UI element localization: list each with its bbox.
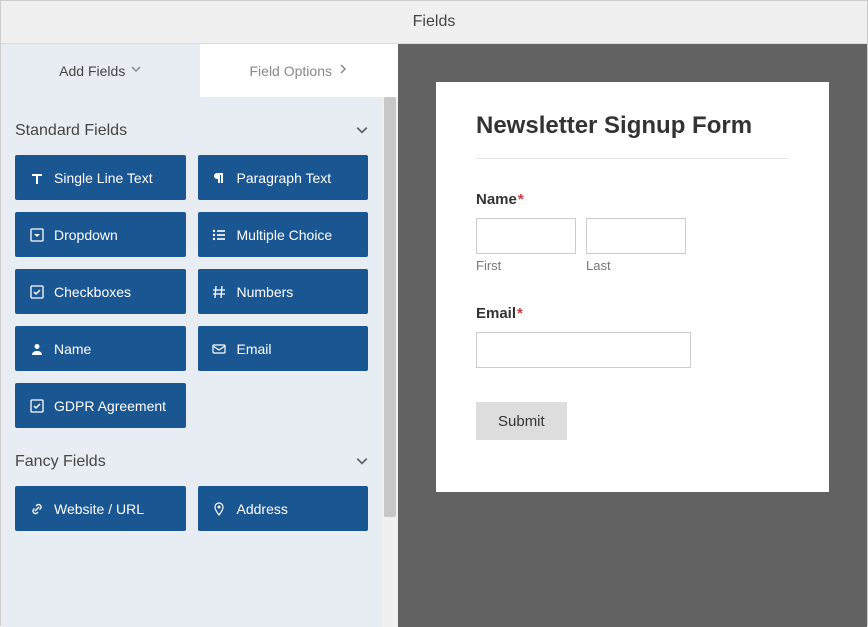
email-input[interactable] <box>476 332 691 368</box>
check-square-icon <box>29 285 44 299</box>
field-multiple-choice[interactable]: Multiple Choice <box>198 212 369 257</box>
chevron-right-icon <box>338 64 348 77</box>
field-name[interactable]: Name <box>15 326 186 371</box>
hash-icon <box>212 285 227 299</box>
field-label: Checkboxes <box>54 284 131 300</box>
preview-panel: Newsletter Signup Form Name* First Last … <box>398 44 867 627</box>
form-field-name[interactable]: Name* First Last <box>476 191 789 273</box>
tab-add-fields[interactable]: Add Fields <box>1 44 200 97</box>
envelope-icon <box>212 342 227 356</box>
field-address[interactable]: Address <box>198 486 369 531</box>
tab-label: Add Fields <box>59 63 125 79</box>
field-gdpr-agreement[interactable]: GDPR Agreement <box>15 383 186 428</box>
field-single-line-text[interactable]: Single Line Text <box>15 155 186 200</box>
field-website-url[interactable]: Website / URL <box>15 486 186 531</box>
topbar: Fields <box>1 1 867 44</box>
section-label: Fancy Fields <box>15 453 106 471</box>
text-icon <box>29 171 44 185</box>
field-label: Numbers <box>237 284 294 300</box>
field-label: Name <box>54 341 91 357</box>
field-label: Website / URL <box>54 501 144 517</box>
field-label: Multiple Choice <box>237 227 333 243</box>
scrollbar[interactable] <box>382 97 398 627</box>
section-standard-fields[interactable]: Standard Fields <box>15 97 368 155</box>
caret-square-icon <box>29 228 44 242</box>
fancy-fields-grid: Website / URL Address <box>15 486 368 531</box>
tab-label: Field Options <box>250 63 332 79</box>
submit-button[interactable]: Submit <box>476 402 567 440</box>
scrollbar-thumb[interactable] <box>384 97 396 517</box>
first-sublabel: First <box>476 258 576 273</box>
field-label: Dropdown <box>54 227 118 243</box>
panel-tabs: Add Fields Field Options <box>1 44 398 97</box>
name-label: Name* <box>476 191 789 208</box>
last-name-input[interactable] <box>586 218 686 254</box>
field-dropdown[interactable]: Dropdown <box>15 212 186 257</box>
tab-field-options[interactable]: Field Options <box>200 44 399 97</box>
form-card: Newsletter Signup Form Name* First Last … <box>436 82 829 492</box>
field-label: Single Line Text <box>54 170 153 186</box>
section-fancy-fields[interactable]: Fancy Fields <box>15 428 368 486</box>
panel-body: Standard Fields Single Line Text Paragra… <box>1 97 382 545</box>
field-numbers[interactable]: Numbers <box>198 269 369 314</box>
pin-icon <box>212 502 227 516</box>
standard-fields-grid: Single Line Text Paragraph Text Dropdown… <box>15 155 368 428</box>
main: Add Fields Field Options Standard Fields <box>1 44 867 627</box>
field-email[interactable]: Email <box>198 326 369 371</box>
last-sublabel: Last <box>586 258 686 273</box>
list-icon <box>212 228 227 242</box>
user-icon <box>29 342 44 356</box>
field-label: Paragraph Text <box>237 170 332 186</box>
field-checkboxes[interactable]: Checkboxes <box>15 269 186 314</box>
fields-panel: Add Fields Field Options Standard Fields <box>1 44 398 627</box>
chevron-down-icon <box>356 455 368 470</box>
field-paragraph-text[interactable]: Paragraph Text <box>198 155 369 200</box>
field-label: Email <box>237 341 272 357</box>
section-label: Standard Fields <box>15 122 127 140</box>
required-asterisk: * <box>518 191 524 208</box>
required-asterisk: * <box>517 305 523 322</box>
check-square-icon <box>29 399 44 413</box>
page-title: Fields <box>413 13 456 31</box>
email-label: Email* <box>476 305 789 322</box>
chevron-down-icon <box>356 124 368 139</box>
first-name-input[interactable] <box>476 218 576 254</box>
paragraph-icon <box>212 171 227 185</box>
field-label: Address <box>237 501 288 517</box>
form-field-email[interactable]: Email* <box>476 305 789 368</box>
chevron-down-icon <box>131 64 141 77</box>
form-title: Newsletter Signup Form <box>476 112 789 159</box>
field-label: GDPR Agreement <box>54 398 166 414</box>
link-icon <box>29 502 44 516</box>
